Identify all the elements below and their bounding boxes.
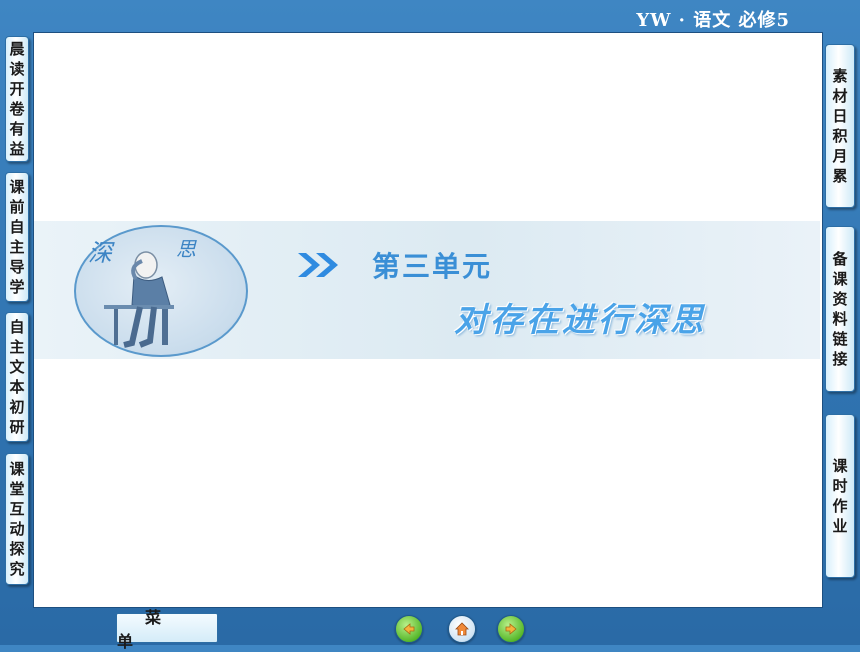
double-chevron-icon <box>298 253 338 277</box>
home-icon <box>455 622 469 636</box>
thinker-figure-icon <box>104 251 174 348</box>
prev-page-button[interactable] <box>395 615 423 643</box>
menu-button[interactable]: 菜单 <box>116 608 218 651</box>
header-title: YW · 语文 必修5 <box>636 10 790 31</box>
prev-arrow-icon <box>403 623 415 635</box>
tab-zizhu-wenben[interactable]: 自 主 文 本 初 研 <box>5 312 29 442</box>
next-arrow-icon <box>505 623 517 635</box>
tab-chendu-kaijuan[interactable]: 晨 读 开 卷 有 益 <box>5 36 29 162</box>
tab-keqian-zizhu[interactable]: 课 前 自 主 导 学 <box>5 172 29 302</box>
next-page-button[interactable] <box>497 615 525 643</box>
unit-banner: 深 思 第三单元 对存在进行深思 <box>34 221 820 359</box>
home-button[interactable] <box>448 615 476 643</box>
unit-label: 第三单元 <box>372 250 493 283</box>
tab-ketang-hudong[interactable]: 课 堂 互 动 探 究 <box>5 453 29 585</box>
tab-beike-ziliao[interactable]: 备 课 资 料 链 接 <box>825 226 855 392</box>
unit-subtitle: 对存在进行深思 <box>454 300 706 339</box>
tab-keshi-zuoye[interactable]: 课 时 作 业 <box>825 414 855 578</box>
main-content-panel: 深 思 第三单元 对存在进行深思 <box>34 33 822 607</box>
tab-sucai-rijileilei[interactable]: 素 材 日 积 月 累 <box>825 44 855 208</box>
